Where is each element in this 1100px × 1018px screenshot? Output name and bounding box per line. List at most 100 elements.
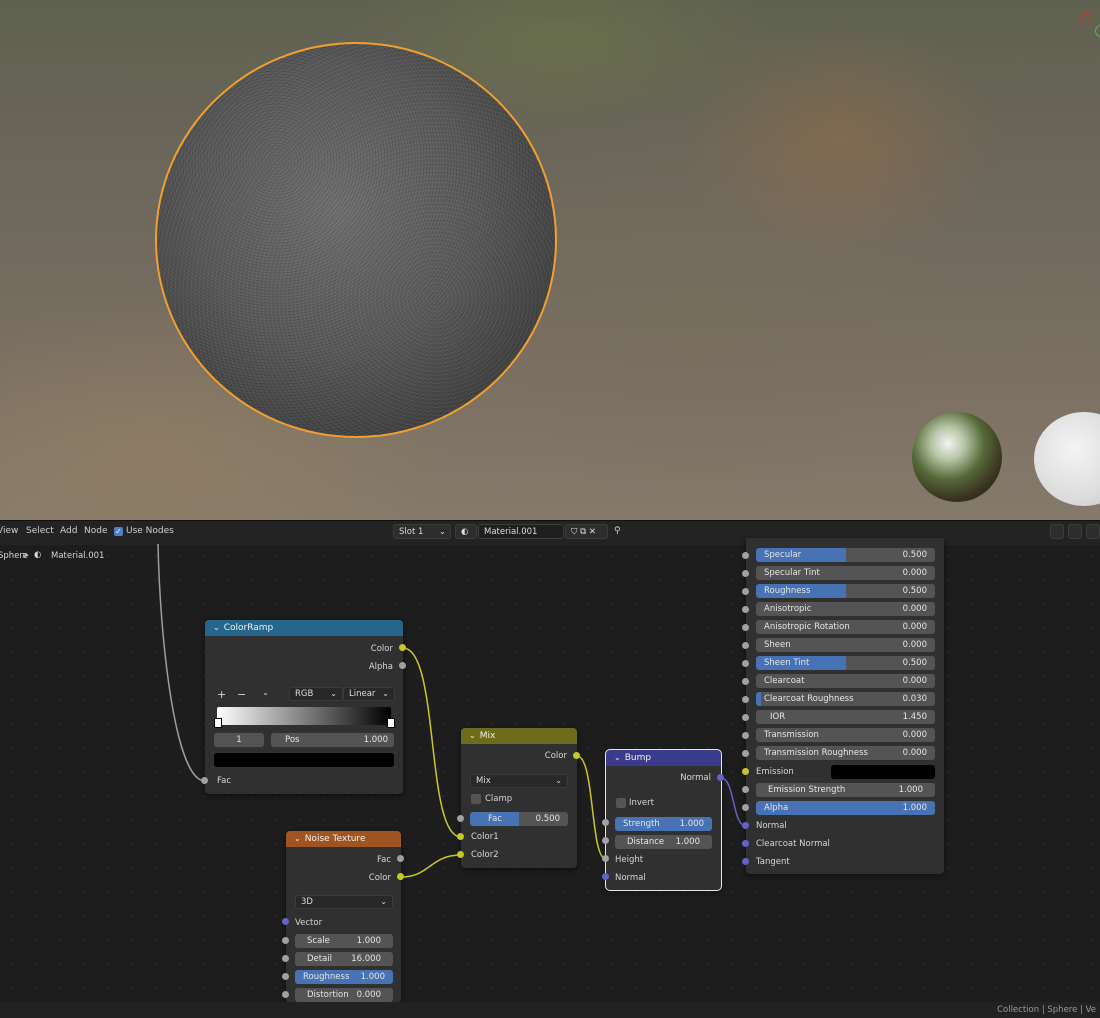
detail-field[interactable]: Detail 16.000 [295, 952, 393, 966]
overlay-toggle-icon[interactable] [1050, 524, 1064, 539]
colorramp-color-output-socket[interactable] [399, 644, 406, 651]
emission-strength-field[interactable]: Emission Strength 1.000 [756, 783, 935, 797]
noise-scale-input-socket[interactable] [282, 937, 289, 944]
clearcoat-roughness-input-socket[interactable] [742, 696, 749, 703]
bump-node[interactable]: ⌄ Bump Normal Invert Strength 1.000 Distan… [605, 749, 722, 891]
tangent-input-socket[interactable] [742, 858, 749, 865]
clamp-checkbox[interactable] [471, 794, 481, 804]
noise-texture-node[interactable]: ⌄ Noise Texture Fac Color 3D ⌄ Vector Scal… [286, 831, 401, 1003]
bump-normal-input-socket[interactable] [602, 873, 609, 880]
noise-detail-input-socket[interactable] [282, 955, 289, 962]
ior-input-socket[interactable] [742, 714, 749, 721]
mix-node[interactable]: ⌄ Mix Color Mix ⌄ Clamp Fac 0.500 Color1 Co… [461, 728, 577, 868]
remove-stop-icon[interactable]: − [237, 688, 246, 701]
sidebar-toggle-icon[interactable] [1086, 524, 1100, 539]
gizmo-x-dot[interactable] [1080, 12, 1092, 24]
stop-index-field[interactable]: 1 [214, 733, 264, 747]
bump-normal-output-socket[interactable] [717, 774, 724, 781]
color-ramp-gradient[interactable] [217, 707, 391, 725]
roughness-input-socket[interactable] [742, 588, 749, 595]
bump-node-header[interactable]: ⌄ Bump [606, 750, 721, 766]
sheen-field[interactable]: Sheen 0.000 [756, 638, 935, 652]
ramp-stop-white[interactable] [214, 718, 222, 728]
noise-distortion-input-socket[interactable] [282, 991, 289, 998]
distance-field[interactable]: Distance 1.000 [615, 835, 712, 849]
clearcoat-input-socket[interactable] [742, 678, 749, 685]
clearcoat-roughness-field[interactable]: Clearcoat Roughness 0.030 [756, 692, 935, 706]
normal-input-socket[interactable] [742, 822, 749, 829]
sheen-tint-field[interactable]: Sheen Tint 0.500 [756, 656, 935, 670]
specular-tint-input-socket[interactable] [742, 570, 749, 577]
fake-user-shield-icon[interactable]: ⛉ [571, 527, 577, 537]
roughness-field[interactable]: Roughness 0.500 [756, 584, 935, 598]
mix-fac-input-socket[interactable] [457, 815, 464, 822]
scale-field[interactable]: Scale 1.000 [295, 934, 393, 948]
chevron-down-icon[interactable]: ⌄ [262, 688, 269, 698]
alpha-input-socket[interactable] [742, 804, 749, 811]
bump-height-input-socket[interactable] [602, 855, 609, 862]
sheen-input-socket[interactable] [742, 642, 749, 649]
emission-input-socket[interactable] [742, 768, 749, 775]
alpha-field[interactable]: Alpha 1.000 [756, 801, 935, 815]
use-nodes-toggle[interactable]: ✓ Use Nodes [114, 526, 174, 536]
principled-bsdf-node[interactable]: Specular 0.500 Specular Tint 0.000 Roughness… [746, 538, 944, 874]
menu-node[interactable]: Node [84, 526, 108, 536]
colorramp-node[interactable]: ⌄ ColorRamp Color Alpha + − ⌄ RGB ⌄ Linear… [205, 620, 403, 794]
slot-dropdown[interactable]: Slot 1 ⌄ [393, 524, 451, 539]
mix-color2-input-socket[interactable] [457, 851, 464, 858]
specular-field[interactable]: Specular 0.500 [756, 548, 935, 562]
material-name-field[interactable]: Material.001 [478, 524, 564, 539]
stop-position-field[interactable]: Pos 1.000 [271, 733, 394, 747]
invert-checkbox[interactable] [616, 798, 626, 808]
add-stop-icon[interactable]: + [217, 688, 226, 701]
stop-color-swatch[interactable] [214, 753, 394, 767]
clearcoat-normal-input-socket[interactable] [742, 840, 749, 847]
bump-strength-input-socket[interactable] [602, 819, 609, 826]
3d-viewport[interactable] [0, 0, 1100, 520]
menu-select[interactable]: Select [26, 526, 54, 536]
color-mode-dropdown[interactable]: RGB ⌄ [289, 687, 343, 701]
anisotropic-input-socket[interactable] [742, 606, 749, 613]
distortion-field[interactable]: Distortion 0.000 [295, 988, 393, 1002]
close-icon[interactable]: ✕ [589, 527, 596, 537]
colorramp-fac-input-socket[interactable] [201, 777, 208, 784]
specular-input-socket[interactable] [742, 552, 749, 559]
colorramp-alpha-output-socket[interactable] [399, 662, 406, 669]
transmission-roughness-input-socket[interactable] [742, 750, 749, 757]
transmission-field[interactable]: Transmission 0.000 [756, 728, 935, 742]
anisotropic-rotation-field[interactable]: Anisotropic Rotation 0.000 [756, 620, 935, 634]
pin-icon[interactable]: ⚲ [614, 526, 621, 536]
mix-color-output-socket[interactable] [573, 752, 580, 759]
menu-add[interactable]: Add [60, 526, 77, 536]
mix-node-header[interactable]: ⌄ Mix [461, 728, 577, 744]
transmission-roughness-field[interactable]: Transmission Roughness 0.000 [756, 746, 935, 760]
anisotropic-field[interactable]: Anisotropic 0.000 [756, 602, 935, 616]
interpolation-dropdown[interactable]: Linear ⌄ [343, 687, 395, 701]
gizmo-y-dot[interactable] [1095, 25, 1100, 37]
colorramp-node-header[interactable]: ⌄ ColorRamp [205, 620, 403, 636]
ramp-stop-black[interactable] [387, 718, 395, 728]
noise-node-header[interactable]: ⌄ Noise Texture [286, 831, 401, 847]
bump-distance-input-socket[interactable] [602, 837, 609, 844]
fac-field[interactable]: Fac 0.500 [470, 812, 568, 826]
strength-field[interactable]: Strength 1.000 [615, 817, 712, 831]
menu-view[interactable]: View [0, 526, 18, 536]
specular-tint-field[interactable]: Specular Tint 0.000 [756, 566, 935, 580]
emission-strength-input-socket[interactable] [742, 786, 749, 793]
roughness-field[interactable]: Roughness 1.000 [295, 970, 393, 984]
sheen-tint-input-socket[interactable] [742, 660, 749, 667]
dimensions-dropdown[interactable]: 3D ⌄ [295, 895, 393, 909]
duplicate-icon[interactable]: ⧉ [580, 527, 586, 537]
ior-field[interactable]: IOR 1.450 [756, 710, 935, 724]
noise-fac-output-socket[interactable] [397, 855, 404, 862]
mix-color1-input-socket[interactable] [457, 833, 464, 840]
snap-toggle-icon[interactable] [1068, 524, 1082, 539]
noise-roughness-input-socket[interactable] [282, 973, 289, 980]
transmission-input-socket[interactable] [742, 732, 749, 739]
anisotropic-rotation-input-socket[interactable] [742, 624, 749, 631]
emission-color-swatch[interactable] [831, 765, 935, 779]
selected-sphere[interactable] [155, 42, 557, 438]
clearcoat-field[interactable]: Clearcoat 0.000 [756, 674, 935, 688]
noise-color-output-socket[interactable] [397, 873, 404, 880]
noise-vector-input-socket[interactable] [282, 918, 289, 925]
